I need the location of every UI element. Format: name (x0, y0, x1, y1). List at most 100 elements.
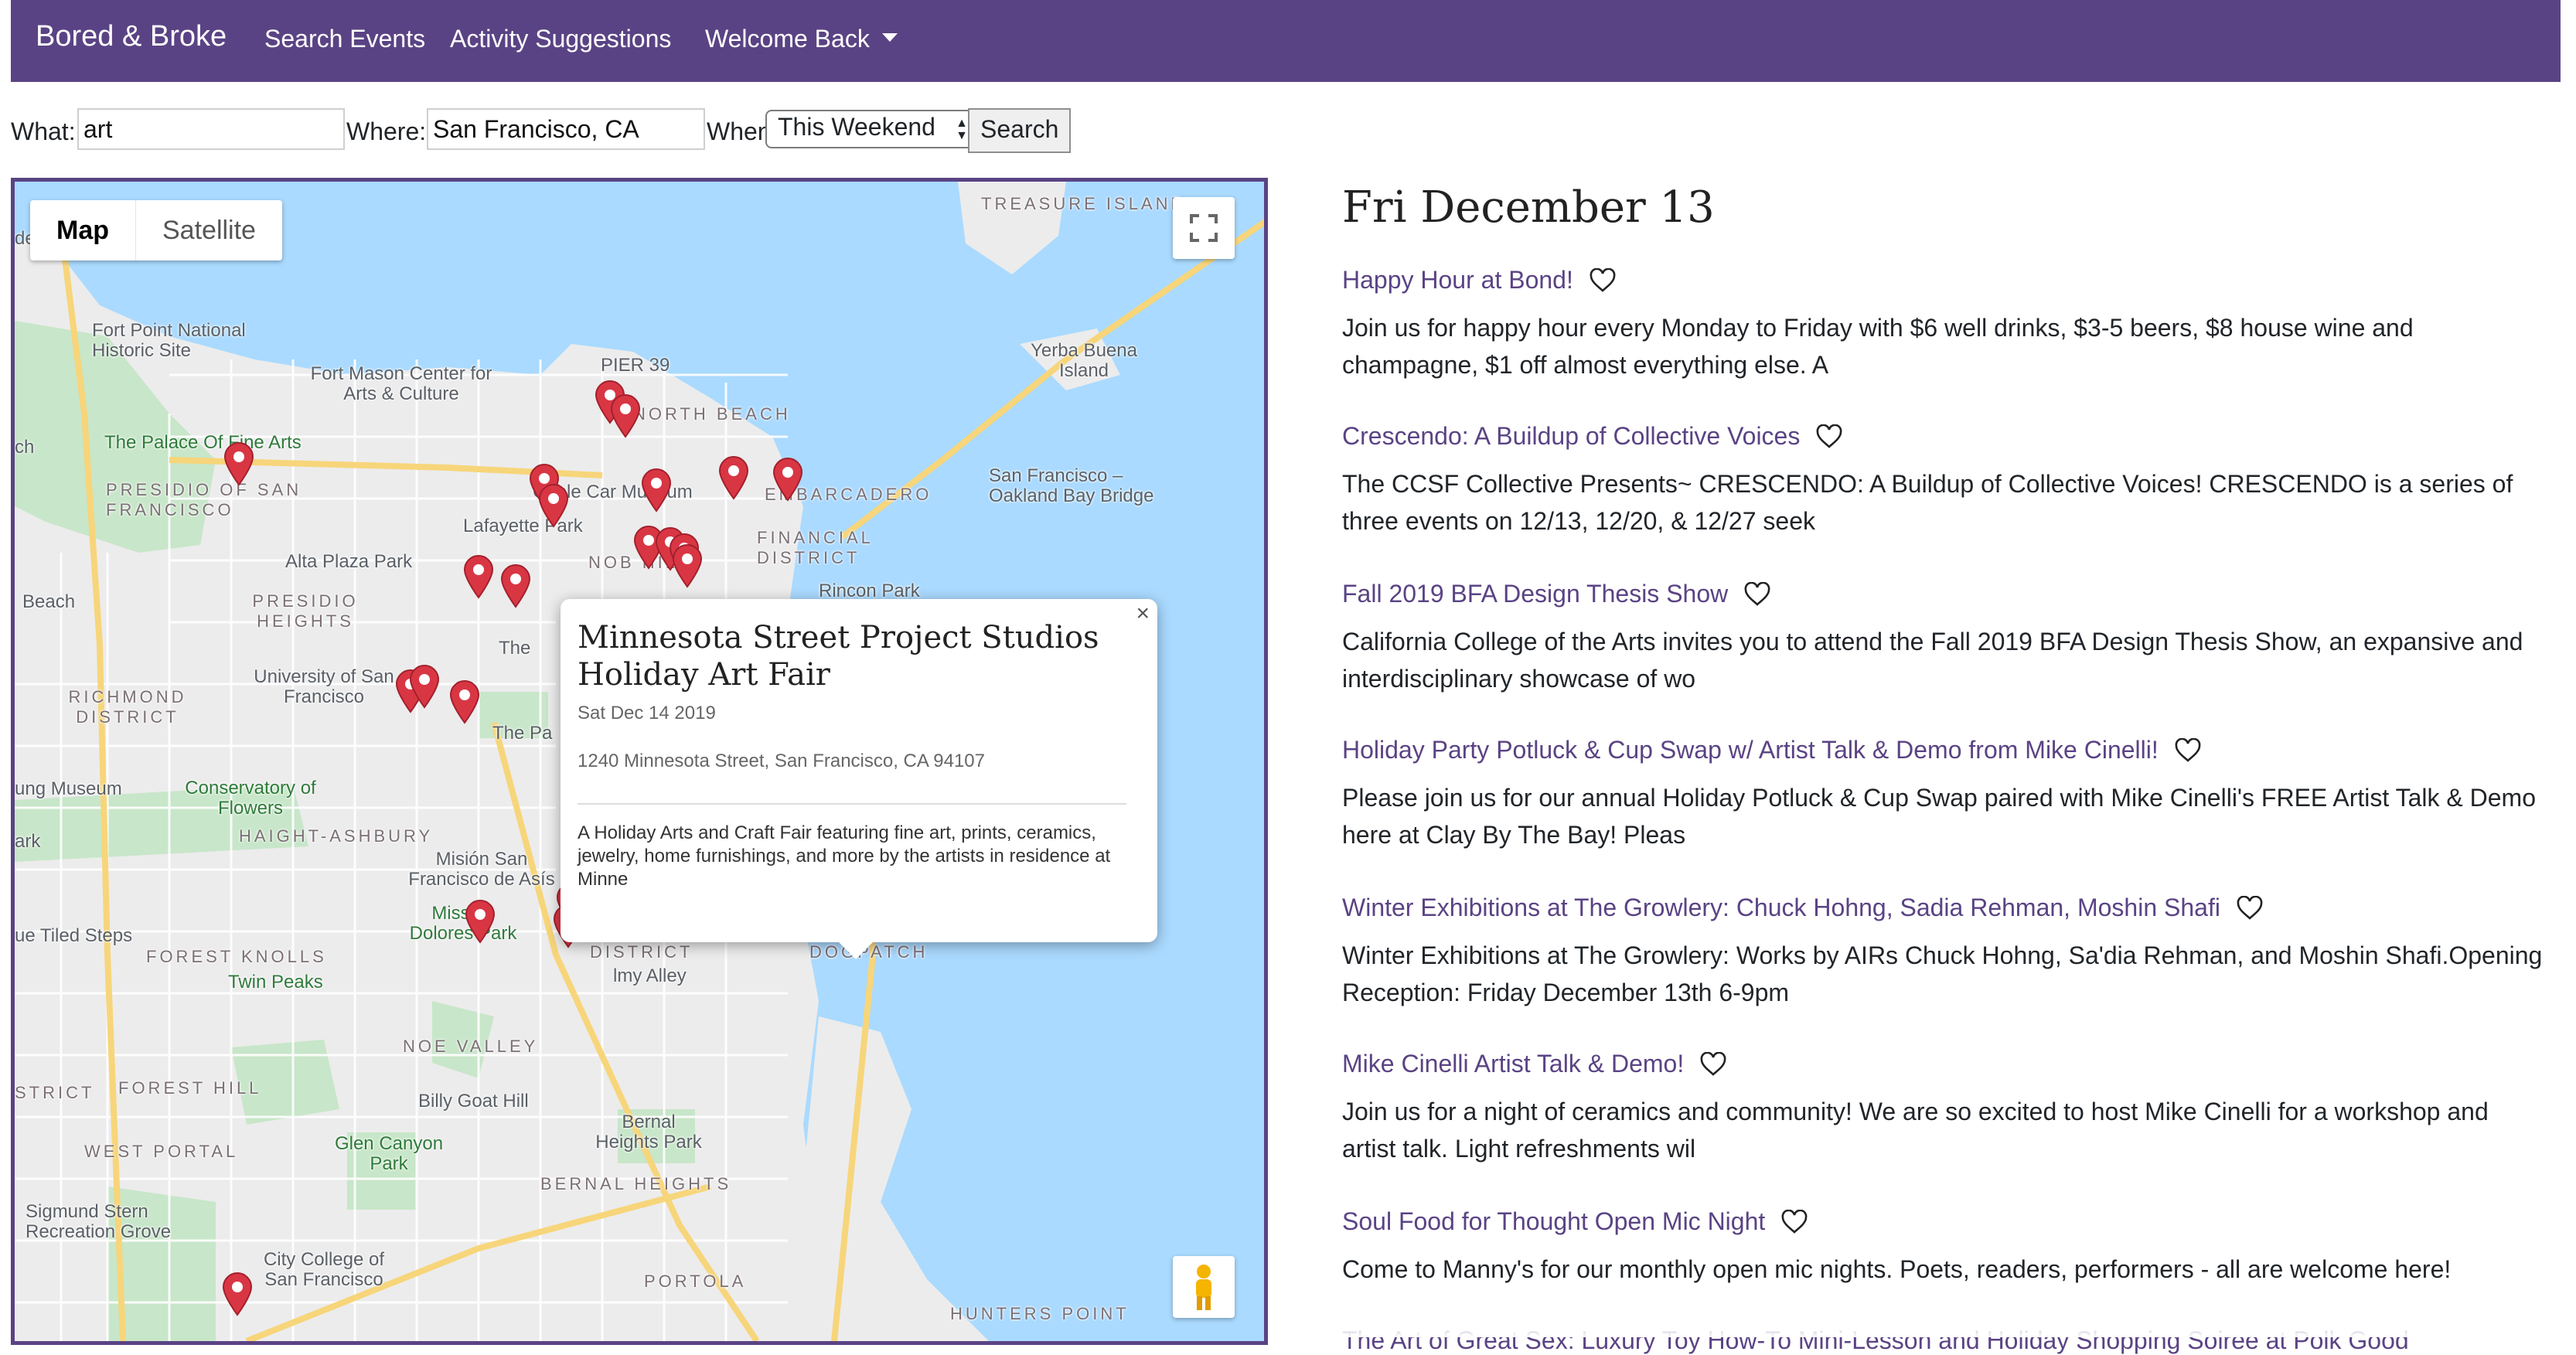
map-marker-icon[interactable] (448, 678, 482, 724)
map-label: Billy Goat Hill (418, 1091, 529, 1112)
event-title-link[interactable]: Holiday Party Potluck & Cup Swap w/ Arti… (1342, 736, 2202, 764)
brand-logo[interactable]: Bored & Broke (36, 20, 227, 53)
event-title-text: Holiday Party Potluck & Cup Swap w/ Arti… (1342, 736, 2159, 764)
favorite-heart-icon[interactable] (1699, 1051, 1727, 1077)
map-marker-icon[interactable] (639, 466, 673, 512)
fullscreen-button[interactable] (1173, 197, 1235, 259)
map-marker-icon[interactable] (608, 392, 642, 438)
event-title-text: Soul Food for Thought Open Mic Night (1342, 1207, 1766, 1235)
search-form: What: Where: When: This Weekend▲▼ Search (11, 108, 1093, 155)
map-label: San Francisco – Oakland Bay Bridge (989, 465, 1154, 506)
map-marker-icon[interactable] (537, 482, 571, 528)
map-marker-icon[interactable] (499, 562, 533, 608)
map-label: The Palace Of Fine Arts (104, 432, 302, 453)
map-type-map-button[interactable]: Map (30, 200, 136, 260)
map-label: BERNAL HEIGHTS (540, 1174, 732, 1193)
popup-date: Sat Dec 14 2019 (578, 703, 716, 723)
map-label: PRESIDIO HEIGHTS (252, 591, 359, 631)
event-title-text: Winter Exhibitions at The Growlery: Chuc… (1342, 894, 2220, 921)
popup-divider (578, 803, 1126, 805)
map-label: Alta Plaza Park (285, 551, 413, 572)
map-label: Beach (22, 591, 76, 612)
favorite-heart-icon[interactable] (2236, 895, 2264, 921)
event-title-link[interactable]: Crescendo: A Buildup of Collective Voice… (1342, 422, 1843, 451)
map-label: STRICT (15, 1083, 95, 1102)
popup-title: Minnesota Street Project Studios Holiday… (578, 620, 1099, 693)
map-label: Conservatory of Flowers (185, 778, 316, 819)
map-label: Yerba Buena Island (1031, 340, 1137, 381)
fullscreen-icon (1190, 214, 1218, 242)
event-title-link[interactable]: Winter Exhibitions at The Growlery: Chuc… (1342, 894, 2264, 922)
event-description: Join us for happy hour every Monday to F… (1342, 314, 2414, 379)
what-label: What: (11, 117, 76, 145)
map-label: University of San Francisco (254, 666, 394, 707)
when-selected-value: This Weekend (778, 113, 935, 141)
day-heading: Fri December 13 (1342, 182, 1715, 233)
what-input[interactable] (77, 108, 345, 150)
map-label: NOE VALLEY (403, 1037, 539, 1056)
map-label: FOREST HILL (118, 1078, 262, 1098)
caret-down-icon (881, 33, 898, 43)
map-label: RICHMOND DISTRICT (68, 687, 187, 727)
map-marker-icon[interactable] (771, 455, 805, 502)
map-label: lmy Alley (613, 965, 687, 986)
map-marker-icon[interactable] (717, 454, 751, 500)
map-view[interactable]: TREASURE ISLAND Fort Point National Hist… (11, 178, 1268, 1345)
event-description: Winter Exhibitions at The Growlery: Work… (1342, 941, 2543, 1006)
map-label: PRESIDIO OF SAN FRANCISCO (106, 480, 302, 519)
map-marker-icon[interactable] (463, 897, 497, 944)
map-label: ue Tiled Steps (15, 925, 133, 946)
map-marker-icon[interactable] (222, 440, 256, 486)
map-label: PORTOLA (644, 1272, 747, 1291)
event-title-link[interactable]: Happy Hour at Bond! (1342, 266, 1617, 294)
map-type-satellite-button[interactable]: Satellite (136, 200, 282, 260)
event-title-text: Fall 2019 BFA Design Thesis Show (1342, 580, 1729, 608)
where-label: Where: (346, 117, 427, 145)
popup-description: A Holiday Arts and Craft Fair featuring … (578, 822, 1111, 890)
map-label: Fort Mason Center for Arts & Culture (310, 363, 492, 404)
map-label: FINANCIAL DISTRICT (757, 528, 874, 567)
where-input[interactable] (427, 108, 705, 150)
map-label: The (499, 638, 531, 659)
map-label: DISTRICT (590, 942, 693, 962)
map-label: FOREST KNOLLS (146, 947, 327, 966)
map-marker-icon[interactable] (670, 542, 704, 588)
map-marker-icon[interactable] (407, 662, 441, 709)
event-title-link[interactable]: Fall 2019 BFA Design Thesis Show (1342, 580, 1771, 608)
map-marker-icon[interactable] (220, 1270, 254, 1316)
favorite-heart-icon[interactable] (1815, 424, 1843, 449)
nav-welcome-back-dropdown[interactable]: Welcome Back (705, 25, 898, 53)
favorite-heart-icon[interactable] (1743, 581, 1771, 607)
event-title-link[interactable]: Mike Cinelli Artist Talk & Demo! (1342, 1050, 1727, 1078)
search-button[interactable]: Search (968, 108, 1072, 153)
scroll-fade (1314, 1306, 2576, 1337)
map-label: PIER 39 (601, 355, 670, 376)
when-select[interactable]: This Weekend ▲ ▼ (765, 110, 976, 148)
close-icon[interactable]: × (1136, 601, 1150, 627)
map-label: Sigmund Stern Recreation Grove (26, 1201, 172, 1242)
navbar: Bored & Broke Search Events Activity Sug… (11, 0, 2561, 82)
map-label: WEST PORTAL (84, 1142, 239, 1161)
favorite-heart-icon[interactable] (1780, 1209, 1808, 1234)
event-description: California College of the Arts invites y… (1342, 628, 2523, 693)
map-label: Fort Point National Historic Site (92, 320, 246, 361)
event-title-text: Happy Hour at Bond! (1342, 266, 1573, 294)
map-marker-icon[interactable] (462, 553, 496, 599)
event-description: Please join us for our annual Holiday Po… (1342, 784, 2536, 849)
map-label: NORTH BEACH (633, 404, 791, 424)
event-description: Come to Manny's for our monthly open mic… (1342, 1255, 2452, 1283)
map-type-control: Map Satellite (30, 200, 282, 260)
nav-activity-suggestions[interactable]: Activity Suggestions (450, 25, 671, 53)
map-label: Twin Peaks (228, 972, 323, 992)
favorite-heart-icon[interactable] (1589, 267, 1617, 293)
favorite-heart-icon[interactable] (2174, 737, 2202, 763)
nav-search-events[interactable]: Search Events (264, 25, 425, 53)
map-label: ch (15, 437, 35, 458)
map-label: The Pa (492, 723, 553, 744)
event-title-text: Mike Cinelli Artist Talk & Demo! (1342, 1050, 1685, 1078)
map-label: HAIGHT-ASHBURY (239, 826, 434, 846)
event-title-link[interactable]: Soul Food for Thought Open Mic Night (1342, 1207, 1808, 1236)
map-label: Bernal Heights Park (595, 1112, 702, 1152)
event-title-text: Crescendo: A Buildup of Collective Voice… (1342, 422, 1801, 450)
street-view-pegman-button[interactable] (1173, 1256, 1235, 1318)
